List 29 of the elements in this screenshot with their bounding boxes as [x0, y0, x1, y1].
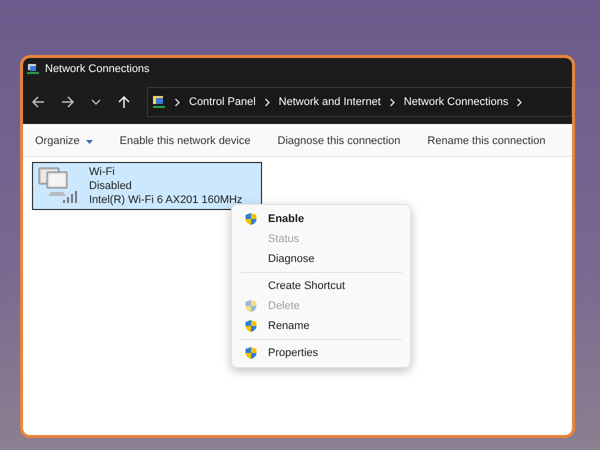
- chevron-right-icon: [516, 98, 524, 106]
- menu-item[interactable]: Create Shortcut: [236, 276, 406, 296]
- menu-item[interactable]: Rename: [236, 316, 406, 336]
- up-arrow-icon[interactable]: [117, 95, 131, 109]
- menu-item[interactable]: Diagnose: [236, 249, 406, 269]
- window-title: Network Connections: [45, 62, 150, 77]
- forward-icon[interactable]: [61, 95, 75, 109]
- connection-status: Disabled: [89, 179, 133, 193]
- back-icon[interactable]: [31, 95, 45, 109]
- organize-menu-button[interactable]: Organize: [35, 133, 93, 150]
- toolbar-button[interactable]: Rename this connection: [427, 133, 546, 150]
- chevron-right-icon: [264, 98, 271, 106]
- breadcrumb-item[interactable]: Control Panel: [189, 94, 256, 110]
- caret-icon: [86, 140, 93, 144]
- address-bar[interactable]: Control Panel Network and Internet Network Connections: [147, 87, 572, 117]
- breadcrumb-item[interactable]: Network Connections: [404, 94, 508, 110]
- adapter-name: Intel(R) Wi-Fi 6 AX201 160MHz: [89, 193, 242, 207]
- network-icon: [27, 63, 39, 75]
- connection-item[interactable]: Wi-Fi Disabled Intel(R) Wi-Fi 6 AX201 160MHz: [32, 162, 262, 210]
- chevron-down-icon[interactable]: [91, 97, 101, 107]
- connection-name: Wi-Fi: [89, 165, 116, 179]
- toolbar-button[interactable]: Diagnose this connection: [278, 133, 400, 150]
- menu-item[interactable]: Enable: [236, 209, 406, 229]
- chevron-right-icon: [174, 98, 181, 106]
- toolbar-button[interactable]: Enable this network device: [120, 133, 250, 150]
- chevron-right-icon: [388, 98, 396, 106]
- menu-item[interactable]: Properties: [236, 343, 406, 363]
- control-panel-icon: [152, 95, 166, 109]
- breadcrumb-item[interactable]: Network and Internet: [278, 94, 381, 110]
